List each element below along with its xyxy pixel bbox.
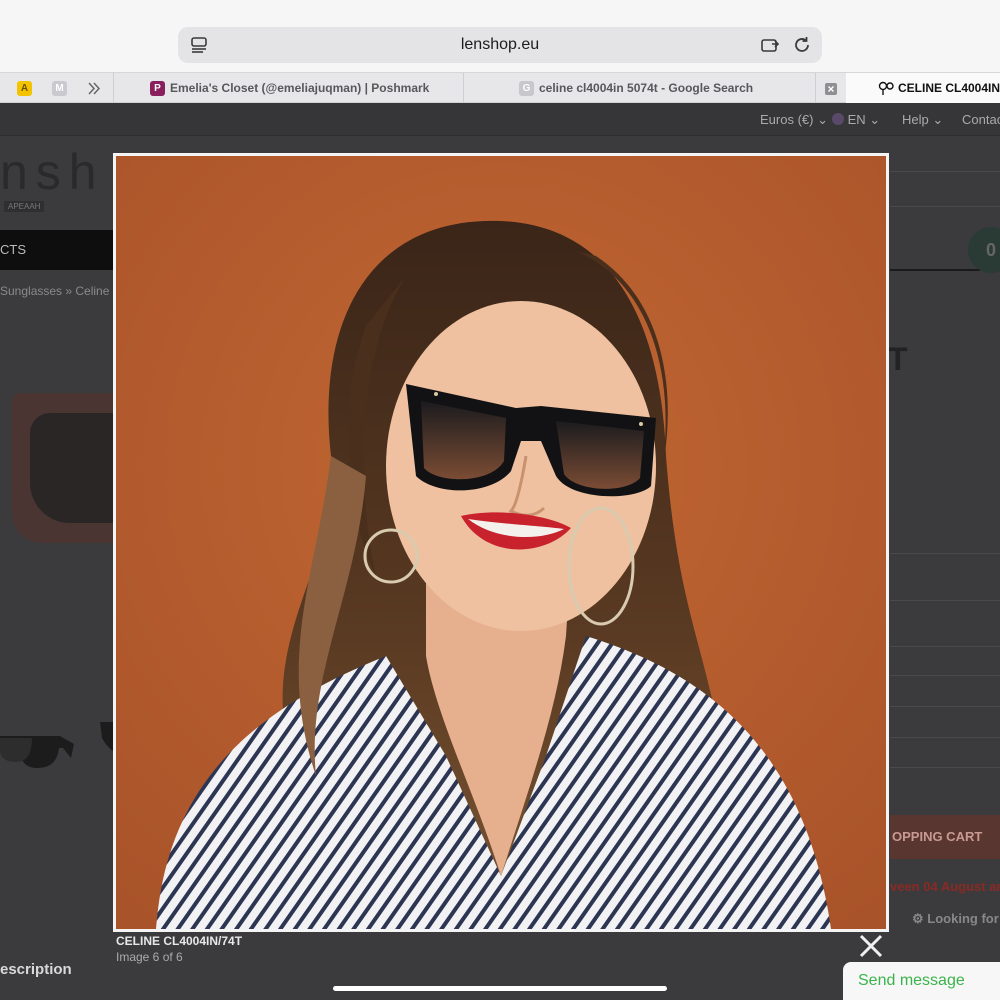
poshmark-icon: P <box>150 81 165 96</box>
product-main-image[interactable] <box>12 393 122 543</box>
url-text[interactable]: lenshop.eu <box>178 36 822 54</box>
gears-icon: ⚙ <box>912 911 924 926</box>
address-bar[interactable]: lenshop.eu <box>178 27 822 63</box>
divider <box>890 646 1000 647</box>
divider <box>890 553 1000 554</box>
currency-selector[interactable]: Euros (€) ⌄ <box>760 112 828 128</box>
divider <box>890 600 1000 601</box>
product-title-fragment: T <box>888 341 908 377</box>
site-logo[interactable]: nsh <box>0 143 105 201</box>
tab-title: Emelia's Closet (@emeliajuqman) | Poshma… <box>170 81 430 95</box>
tab-lenshop[interactable]: CELINE CL4004IN/74T <box>846 73 1000 103</box>
tab-bar: A M P Emelia's Closet (@emeliajuqman) | … <box>0 72 1000 103</box>
looking-for-link[interactable]: ⚙ Looking for <box>912 911 999 927</box>
help-menu[interactable]: Help ⌄ <box>902 112 943 128</box>
extension-icon[interactable] <box>760 35 780 55</box>
send-message-button[interactable]: Send message <box>843 962 1000 1000</box>
divider <box>890 737 1000 738</box>
lightbox-caption: CELINE CL4004IN/74T <box>116 934 243 948</box>
close-icon[interactable] <box>858 933 884 959</box>
browser-toolbar: lenshop.eu <box>0 0 1000 72</box>
product-photo <box>116 156 886 929</box>
tab-title: celine cl4004in 5074t - Google Search <box>539 81 754 95</box>
breadcrumb[interactable]: Sunglasses » Celine <box>0 284 109 298</box>
search-input[interactable] <box>890 269 980 271</box>
logo-tagline: APEAAH <box>4 201 45 212</box>
language-selector[interactable]: EN ⌄ <box>832 112 880 128</box>
divider <box>890 706 1000 707</box>
product-thumbnail-2[interactable] <box>98 718 114 758</box>
cart-count-badge[interactable]: 0 <box>968 227 1000 273</box>
tab-google-search[interactable]: G celine cl4004in 5074t - Google Search <box>464 73 816 103</box>
nav-products-label[interactable]: CTS <box>0 242 26 257</box>
m-bookmark-icon[interactable]: M <box>52 81 67 96</box>
reload-icon[interactable] <box>792 35 812 55</box>
product-thumbnail[interactable] <box>0 718 78 778</box>
delivery-estimate: veen 04 August ar <box>890 879 1000 894</box>
tab-title: CELINE CL4004IN/74T <box>898 81 1000 95</box>
uk-flag-icon <box>832 113 844 125</box>
divider <box>890 675 1000 676</box>
home-indicator[interactable] <box>333 986 667 991</box>
close-tab-icon[interactable] <box>825 83 837 95</box>
divider <box>890 767 1000 768</box>
description-heading: escription <box>0 961 72 978</box>
a-bookmark-icon[interactable]: A <box>17 81 32 96</box>
chevron-double-right-icon[interactable] <box>86 81 102 96</box>
tab-poshmark[interactable]: P Emelia's Closet (@emeliajuqman) | Posh… <box>113 73 464 103</box>
google-icon: G <box>519 81 534 96</box>
contact-link[interactable]: Contac <box>962 112 1000 127</box>
site-topbar: Euros (€) ⌄ EN ⌄ Help ⌄ Contac <box>0 103 1000 136</box>
divider <box>890 171 1000 172</box>
add-to-cart-button[interactable]: OPPING CART <box>890 815 1000 859</box>
lenshop-icon <box>878 81 894 95</box>
lightbox-image[interactable] <box>113 153 889 932</box>
image-counter: Image 6 of 6 <box>116 950 183 964</box>
divider <box>890 206 1000 207</box>
